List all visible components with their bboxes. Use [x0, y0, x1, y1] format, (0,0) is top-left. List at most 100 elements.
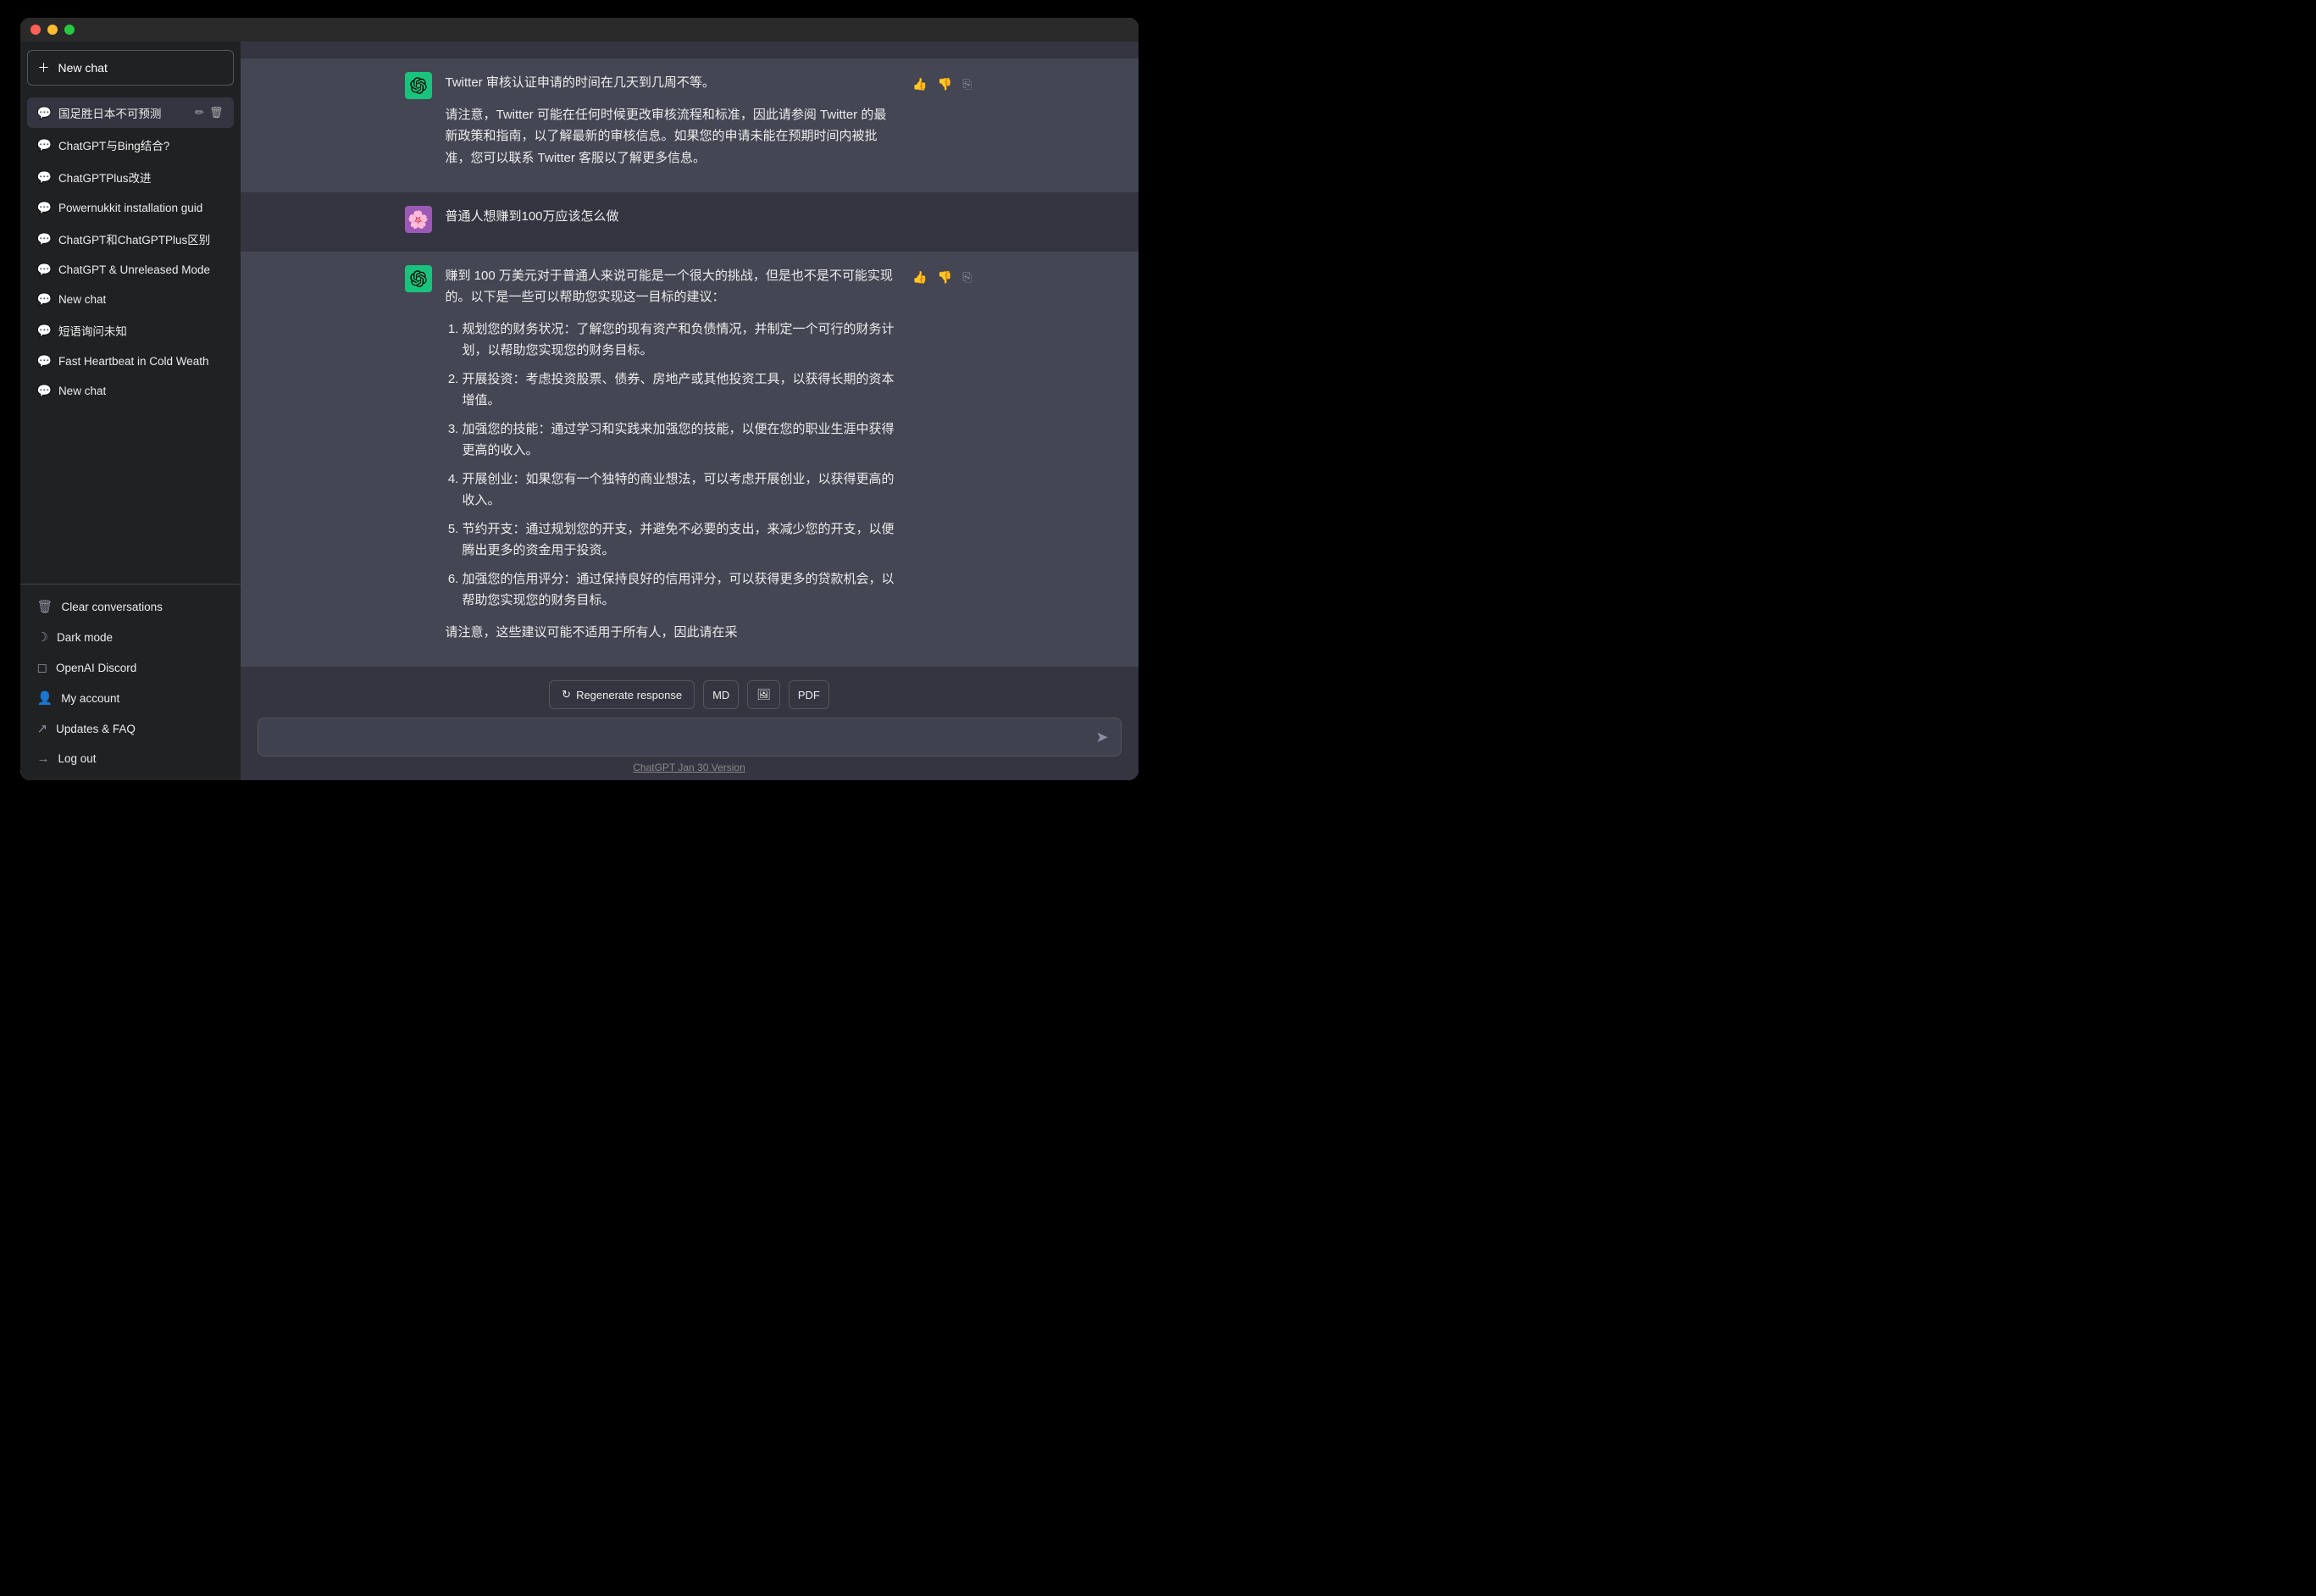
minimize-button[interactable]: [47, 25, 58, 35]
message-inner: 🌸 普通人想赚到100万应该怎么做: [385, 206, 995, 238]
new-chat-label: New chat: [58, 61, 108, 75]
message-content: 普通人想赚到100万应该怎么做: [446, 206, 974, 238]
logout-icon: →: [37, 751, 50, 766]
conversation-item[interactable]: 💬 ChatGPTPlus改进: [27, 162, 234, 192]
conv-item-left: 💬 短语询问未知: [37, 322, 127, 339]
conv-item-left: 💬 Powernukkit installation guid: [37, 201, 203, 215]
avatar: [405, 265, 432, 292]
user-avatar: 🌸: [405, 206, 432, 233]
chat-icon: 💬: [37, 292, 52, 307]
conv-item-label: Powernukkit installation guid: [58, 202, 202, 214]
sidebar-bottom: 🗑 Clear conversations ☽ Dark mode ◻ Open…: [20, 584, 241, 780]
conversation-item[interactable]: 💬 New chat: [27, 377, 234, 405]
chat-icon: 💬: [37, 263, 52, 277]
sidebar-action-logout[interactable]: → Log out: [27, 744, 234, 773]
sidebar-action-darkmode[interactable]: ☽ Dark mode: [27, 622, 234, 652]
msg-text: Twitter 审核认证申请的时间在几天到几周不等。: [446, 72, 898, 94]
fullscreen-button[interactable]: [64, 25, 75, 35]
list-item: 开展投资：考虑投资股票、债券、房地产或其他投资工具，以获得长期的资本增值。: [463, 369, 898, 412]
conv-item-left: 💬 Fast Heartbeat in Cold Weath: [37, 354, 209, 369]
conversation-item[interactable]: 💬 短语询问未知: [27, 315, 234, 346]
export-pdf-button[interactable]: PDF: [789, 680, 829, 709]
faq-icon: ↗: [37, 721, 48, 736]
conversation-item[interactable]: 💬 ChatGPT与Bing结合?: [27, 130, 234, 160]
footer-link[interactable]: ChatGPT Jan 30 Version: [633, 762, 745, 773]
account-label: My account: [61, 692, 119, 705]
chat-messages: Twitter 审核认证申请的时间在几天到几周不等。 请注意，Twitter 可…: [241, 42, 1139, 670]
message-row: Twitter 审核认证申请的时间在几天到几周不等。 请注意，Twitter 可…: [241, 58, 1139, 192]
edit-icon[interactable]: ✏: [195, 106, 204, 119]
conversation-item[interactable]: 💬 Powernukkit installation guid: [27, 194, 234, 222]
sidebar-action-account[interactable]: 👤 My account: [27, 683, 234, 713]
ai-list: 规划您的财务状况：了解您的现有资产和负债情况，并制定一个可行的财务计划，以帮助您…: [446, 319, 898, 612]
input-row: ➤: [258, 718, 1122, 756]
msg-text: 请注意，Twitter 可能在任何时候更改审核流程和标准，因此请参阅 Twitt…: [446, 104, 898, 169]
message-actions: 👍 👎 ⎘: [911, 265, 973, 654]
message-content: 赚到 100 万美元对于普通人来说可能是一个很大的挑战，但是也不是不可能实现的。…: [446, 265, 898, 654]
conversation-item[interactable]: 💬 国足胜日本不可预测 ✏ 🗑: [27, 97, 234, 128]
pdf-icon: PDF: [798, 689, 820, 701]
close-button[interactable]: [30, 25, 41, 35]
main-area: Twitter 审核认证申请的时间在几天到几周不等。 请注意，Twitter 可…: [241, 18, 1139, 780]
conversation-list: 💬 国足胜日本不可预测 ✏ 🗑 💬 ChatGPT与Bing结合? 💬 Chat…: [20, 94, 241, 584]
list-item: 加强您的技能：通过学习和实践来加强您的技能，以便在您的职业生涯中获得更高的收入。: [463, 418, 898, 462]
darkmode-label: Dark mode: [57, 631, 113, 644]
message-row: 赚到 100 万美元对于普通人来说可能是一个很大的挑战，但是也不是不可能实现的。…: [241, 252, 1139, 668]
footer-note: ChatGPT Jan 30 Version: [258, 762, 1122, 773]
conv-item-label: 国足胜日本不可预测: [58, 104, 162, 121]
regen-row: ↻ Regenerate response MD 🖼 PDF: [258, 680, 1122, 709]
thumbs-up-button[interactable]: 👍: [911, 269, 928, 286]
thumbs-up-button[interactable]: 👍: [911, 75, 928, 93]
conversation-item[interactable]: 💬 ChatGPT & Unreleased Mode: [27, 256, 234, 284]
message-inner: Twitter 审核认证申请的时间在几天到几周不等。 请注意，Twitter 可…: [385, 72, 995, 179]
conv-item-label: New chat: [58, 385, 106, 397]
chat-input[interactable]: [270, 727, 1088, 747]
delete-icon[interactable]: 🗑: [209, 106, 224, 119]
bottom-bar: ↻ Regenerate response MD 🖼 PDF ➤: [241, 670, 1139, 780]
export-image-button[interactable]: 🖼: [747, 680, 780, 709]
conv-item-actions: ✏ 🗑: [195, 106, 223, 119]
discord-icon: ◻: [37, 660, 47, 675]
chat-icon: 💬: [37, 384, 52, 398]
sidebar-action-clear[interactable]: 🗑 Clear conversations: [27, 591, 234, 622]
darkmode-icon: ☽: [37, 629, 48, 645]
conv-item-left: 💬 ChatGPT和ChatGPTPlus区别: [37, 230, 211, 247]
conv-item-left: 💬 New chat: [37, 384, 107, 398]
conv-item-left: 💬 ChatGPTPlus改进: [37, 169, 152, 186]
conversation-item[interactable]: 💬 New chat: [27, 285, 234, 313]
conversation-item[interactable]: 💬 Fast Heartbeat in Cold Weath: [27, 347, 234, 375]
copy-button[interactable]: ⎘: [961, 75, 973, 93]
ai-tail: 请注意，这些建议可能不适用于所有人，因此请在采: [446, 622, 898, 644]
conv-item-label: New chat: [58, 293, 106, 306]
conv-item-label: ChatGPT & Unreleased Mode: [58, 263, 210, 276]
main-window: ＋ New chat 💬 国足胜日本不可预测 ✏ 🗑 💬 ChatGPT与Bin…: [20, 18, 1139, 780]
chat-icon: 💬: [37, 324, 52, 338]
conversation-item[interactable]: 💬 ChatGPT和ChatGPTPlus区别: [27, 224, 234, 254]
regen-label: Regenerate response: [576, 689, 682, 701]
ai-intro: 赚到 100 万美元对于普通人来说可能是一个很大的挑战，但是也不是不可能实现的。…: [446, 265, 898, 308]
chat-icon: 💬: [37, 138, 52, 152]
chat-icon: 💬: [37, 354, 52, 369]
sidebar-action-discord[interactable]: ◻ OpenAI Discord: [27, 652, 234, 683]
logout-label: Log out: [58, 752, 97, 765]
message-row: 🌸 普通人想赚到100万应该怎么做: [241, 192, 1139, 252]
thumbs-down-button[interactable]: 👎: [936, 269, 954, 286]
user-text: 普通人想赚到100万应该怎么做: [446, 206, 974, 228]
new-chat-button[interactable]: ＋ New chat: [27, 50, 234, 86]
export-md-button[interactable]: MD: [703, 680, 739, 709]
send-icon: ➤: [1095, 729, 1108, 745]
copy-button[interactable]: ⎘: [961, 269, 973, 286]
message-content: Twitter 审核认证申请的时间在几天到几周不等。 请注意，Twitter 可…: [446, 72, 898, 179]
sidebar-action-faq[interactable]: ↗ Updates & FAQ: [27, 713, 234, 744]
list-item: 规划您的财务状况：了解您的现有资产和负债情况，并制定一个可行的财务计划，以帮助您…: [463, 319, 898, 362]
conv-item-left: 💬 ChatGPT & Unreleased Mode: [37, 263, 211, 277]
message-inner: 赚到 100 万美元对于普通人来说可能是一个很大的挑战，但是也不是不可能实现的。…: [385, 265, 995, 654]
thumbs-down-button[interactable]: 👎: [936, 75, 954, 93]
sidebar-top: ＋ New chat: [20, 42, 241, 94]
conv-item-label: ChatGPT与Bing结合?: [58, 136, 169, 153]
plus-icon: ＋: [38, 59, 50, 76]
conv-item-left: 💬 New chat: [37, 292, 107, 307]
conv-item-left: 💬 国足胜日本不可预测: [37, 104, 162, 121]
regenerate-button[interactable]: ↻ Regenerate response: [549, 680, 695, 709]
send-button[interactable]: ➤: [1095, 729, 1108, 746]
